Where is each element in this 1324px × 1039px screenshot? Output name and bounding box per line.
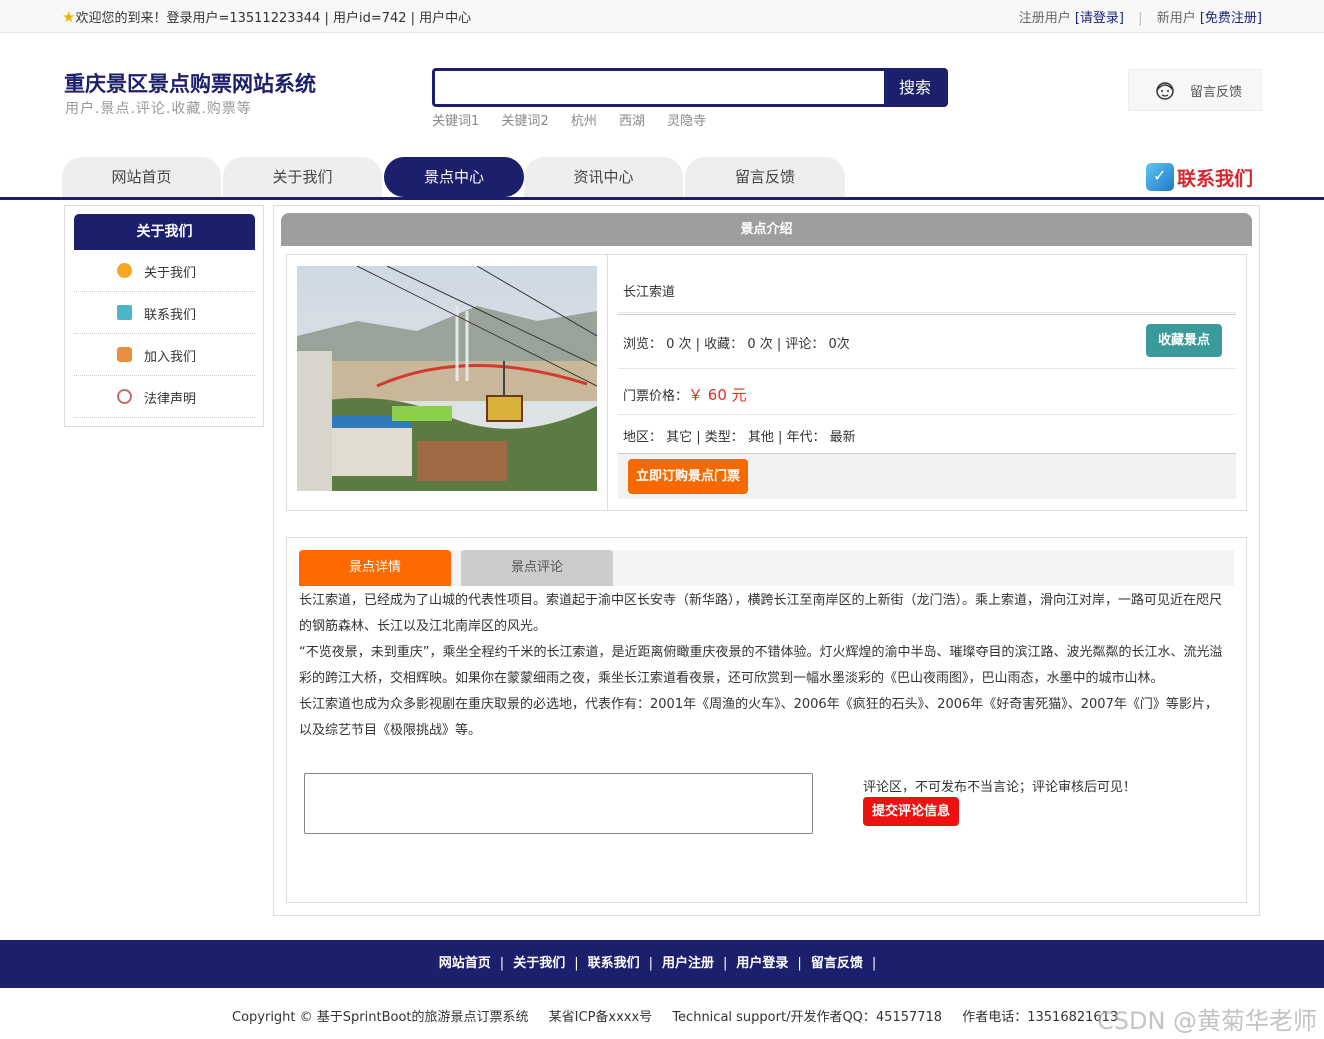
contact-icon xyxy=(1146,163,1174,191)
keyword-link[interactable]: 西湖 xyxy=(619,114,645,129)
sidebar: 关于我们 关于我们 联系我们 加入我们 法律声明 xyxy=(64,205,264,427)
favorite-button[interactable]: 收藏景点 xyxy=(1146,324,1222,357)
footer-link-feedback[interactable]: 留言反馈 xyxy=(811,956,863,971)
footer-nav: 网站首页 | 关于我们 | 联系我们 | 用户注册 | 用户登录 | 留言反馈 | xyxy=(0,940,1324,988)
meta-row: 地区： 其它 | 类型： 其他 | 年代： 最新 xyxy=(618,416,1236,453)
keyword-link[interactable]: 关键词1 xyxy=(432,114,479,129)
sidebar-item-legal[interactable]: 法律声明 xyxy=(74,376,255,418)
welcome-message[interactable]: 欢迎您的到来！登录用户=13511223344 | 用户id=742 | 用户中… xyxy=(75,11,471,26)
footer-link-contact[interactable]: 联系我们 xyxy=(588,956,640,971)
sidebar-item-label: 联系我们 xyxy=(144,308,197,323)
comment-note: 评论区，不可发布不当言论；评论审核后可见！ xyxy=(863,780,1137,795)
divider: | xyxy=(574,956,579,971)
phone-text: 作者电话：13516821613 xyxy=(962,1010,1119,1025)
icp-text: 某省ICP备xxxx号 xyxy=(548,1010,653,1025)
keyword-link[interactable]: 关键词2 xyxy=(501,114,548,129)
feedback-shortcut[interactable]: 留言反馈 xyxy=(1128,69,1262,111)
description-paragraph: “不览夜景，未到重庆”，乘坐全程约千米的长江索道，是近距离俯瞰重庆夜景的不错体验… xyxy=(299,645,1223,686)
divider: | xyxy=(723,956,728,971)
description-paragraph: 长江索道，已经成为了山城的代表性项目。索道起于渝中区长安寺（新华路），横跨长江至… xyxy=(299,593,1223,634)
watermark: CSDN @黄菊华老师 xyxy=(1097,1007,1318,1035)
footer-link-home[interactable]: 网站首页 xyxy=(439,956,491,971)
support-text: Technical support/开发作者QQ：45157718 xyxy=(672,1010,943,1025)
footer-link-about[interactable]: 关于我们 xyxy=(513,956,565,971)
sidebar-item-label: 法律声明 xyxy=(144,392,197,407)
footer-link-register[interactable]: 用户注册 xyxy=(662,956,714,971)
stats-row: 浏览： 0 次 | 收藏： 0 次 | 评论： 0次 xyxy=(618,314,1236,369)
feedback-label: 留言反馈 xyxy=(1190,85,1243,100)
copyright-line: Copyright © 基于SprintBoot的旅游景点订票系统 某省ICP备… xyxy=(232,1006,1134,1025)
attraction-photo xyxy=(297,266,597,491)
price-row: 门票价格：￥ 60 元 xyxy=(618,370,1236,415)
search-input[interactable] xyxy=(435,71,887,104)
divider: | xyxy=(648,956,653,971)
customer-service-icon xyxy=(1156,82,1174,100)
nav-news[interactable]: 资讯中心 xyxy=(524,157,683,197)
keyword-link[interactable]: 杭州 xyxy=(571,114,597,129)
search-box: 搜索 xyxy=(432,68,948,107)
nav-attractions[interactable]: 景点中心 xyxy=(384,157,524,197)
contact-us[interactable]: 联系我们 xyxy=(1146,163,1253,191)
footer-link-login[interactable]: 用户登录 xyxy=(736,956,788,971)
price-value: ￥ 60 元 xyxy=(688,386,747,404)
tab-comments[interactable]: 景点评论 xyxy=(461,550,613,586)
star-icon: ★ xyxy=(62,8,76,26)
sidebar-item-label: 加入我们 xyxy=(144,350,197,365)
contact-label: 联系我们 xyxy=(1177,167,1254,190)
attraction-stats: 浏览： 0 次 | 收藏： 0 次 | 评论： 0次 xyxy=(623,337,850,352)
hot-keywords: 关键词1 关键词2 杭州 西湖 灵隐寺 xyxy=(432,110,724,129)
keyword-link[interactable]: 灵隐寺 xyxy=(667,114,706,129)
nav-divider xyxy=(0,197,1324,200)
sidebar-item-join[interactable]: 加入我们 xyxy=(74,334,255,376)
sidebar-item-contact[interactable]: 联系我们 xyxy=(74,292,255,334)
sidebar-title: 关于我们 xyxy=(74,214,255,250)
copyright-text: Copyright © 基于SprintBoot的旅游景点订票系统 xyxy=(232,1010,529,1025)
attraction-meta: 地区： 其它 | 类型： 其他 | 年代： 最新 xyxy=(623,430,856,445)
site-subtitle: 用户.景点.评论.收藏.购票等 xyxy=(65,101,252,117)
divider: | xyxy=(871,956,877,971)
top-bar: ★欢迎您的到来！登录用户=13511223344 | 用户id=742 | 用户… xyxy=(0,0,1324,33)
nav-home[interactable]: 网站首页 xyxy=(62,157,221,197)
price-line: 门票价格：￥ 60 元 xyxy=(623,384,747,405)
panel-title: 景点介绍 xyxy=(281,213,1252,246)
description-paragraph: 长江索道也成为众多影视剧在重庆取景的必选地，代表作有：2001年《周渔的火车》、… xyxy=(299,697,1218,738)
nav-about[interactable]: 关于我们 xyxy=(223,157,382,197)
divider: | xyxy=(797,956,802,971)
lock-icon xyxy=(117,347,132,362)
clipboard-icon xyxy=(117,305,132,320)
buy-ticket-button[interactable]: 立即订购景点门票 xyxy=(628,459,748,494)
power-icon xyxy=(117,389,132,404)
new-user-label: 新用户 xyxy=(1156,11,1196,26)
tab-details[interactable]: 景点详情 xyxy=(299,550,451,586)
attraction-name-row: 长江索道 xyxy=(618,265,1236,313)
nav-feedback[interactable]: 留言反馈 xyxy=(685,157,845,197)
comment-input[interactable] xyxy=(304,773,813,834)
search-button[interactable]: 搜索 xyxy=(884,70,946,105)
registered-user-label: 注册用户 xyxy=(1018,11,1071,26)
login-link[interactable]: [请登录] xyxy=(1075,11,1124,26)
welcome-text: ★欢迎您的到来！登录用户=13511223344 | 用户id=742 | 用户… xyxy=(62,7,471,26)
coin-icon xyxy=(117,263,132,278)
attraction-name: 长江索道 xyxy=(623,285,676,300)
site-title[interactable]: 重庆景区景点购票网站系统 xyxy=(64,68,316,98)
divider: | xyxy=(499,956,505,971)
account-links: 注册用户 [请登录] | 新用户 [免费注册] xyxy=(1019,7,1262,26)
register-link[interactable]: [免费注册] xyxy=(1200,11,1262,26)
attraction-description: 长江索道，已经成为了山城的代表性项目。索道起于渝中区长安寺（新华路），横跨长江至… xyxy=(299,588,1229,744)
sidebar-item-about[interactable]: 关于我们 xyxy=(74,250,255,292)
price-label: 门票价格： xyxy=(623,389,689,404)
sidebar-item-label: 关于我们 xyxy=(144,266,197,281)
divider: | xyxy=(1138,11,1143,26)
submit-comment-button[interactable]: 提交评论信息 xyxy=(863,797,959,826)
